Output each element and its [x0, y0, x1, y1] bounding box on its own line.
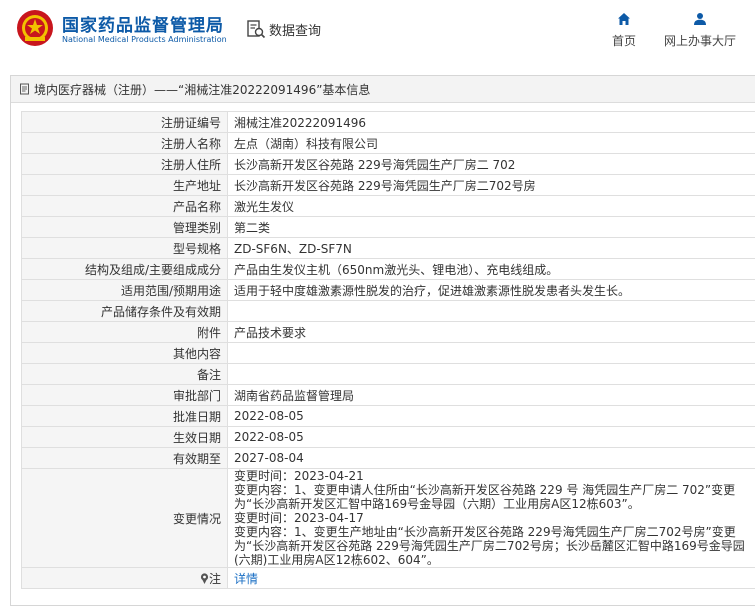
field-value: 左点（湖南）科技有限公司 [227, 132, 755, 154]
field-label: 备注 [21, 363, 228, 385]
nav-online-service-hall[interactable]: 网上办事大厅 [660, 12, 740, 49]
field-value: 长沙高新开发区谷苑路 229号海凭园生产厂房二702号房 [227, 174, 755, 196]
field-value: 适用于轻中度雄激素源性脱发的治疗，促进雄激素源性脱发患者头发生长。 [227, 279, 755, 301]
change-info-value: 变更时间：2023-04-21 变更内容：1、变更申请人住所由“长沙高新开发区谷… [227, 468, 755, 568]
change-line: 为“长沙高新开发区汇智中路169号金导园（六期）工业用房A区12栋603”。 [234, 497, 640, 511]
table-row: 管理类别 第二类 [21, 216, 755, 238]
field-label: 生效日期 [21, 426, 228, 448]
table-row: 注册证编号 湘械注准20222091496 [21, 111, 755, 133]
field-label: 注 [21, 567, 228, 589]
data-query-label: 数据查询 [269, 23, 322, 39]
field-label: 注册人名称 [21, 132, 228, 154]
detail-title-bar: 境内医疗器械（注册）——“湘械注准20222091496”基本信息 [11, 76, 755, 103]
field-label: 其他内容 [21, 342, 228, 364]
field-label: 注册证编号 [21, 111, 228, 133]
table-row: 生产地址 长沙高新开发区谷苑路 229号海凭园生产厂房二702号房 [21, 174, 755, 196]
change-line: 变更时间：2023-04-17 [234, 511, 364, 525]
nav-home-label: 首页 [611, 34, 636, 48]
data-query-link[interactable]: 数据查询 [246, 17, 321, 41]
table-row: 审批部门 湖南省药品监督管理局 [21, 384, 755, 406]
field-value: ZD-SF6N、ZD-SF7N [227, 237, 755, 259]
field-label: 批准日期 [21, 405, 228, 427]
table-row: 注 详情 [21, 567, 755, 589]
field-label: 产品名称 [21, 195, 228, 217]
pin-icon [200, 572, 209, 584]
user-icon [694, 13, 706, 25]
brand-title[interactable]: 国家药品监督管理局 [62, 11, 224, 36]
field-value [227, 342, 755, 364]
note-label: 注 [208, 571, 221, 586]
detail-panel: 境内医疗器械（注册）——“湘械注准20222091496”基本信息 注册证编号湘… [10, 75, 755, 606]
table-row: 备注 [21, 363, 755, 385]
field-label: 有效期至 [21, 447, 228, 469]
field-label: 变更情况 [21, 468, 228, 568]
field-value: 湖南省药品监督管理局 [227, 384, 755, 406]
field-value: 激光生发仪 [227, 195, 755, 217]
table-row: 适用范围/预期用途 适用于轻中度雄激素源性脱发的治疗，促进雄激素源性脱发患者头发生… [21, 279, 755, 301]
field-value: 2027-08-04 [227, 447, 755, 469]
field-value: 第二类 [227, 216, 755, 238]
nav-home[interactable]: 首页 [609, 12, 639, 49]
field-value [227, 363, 755, 385]
change-line: 变更内容：1、变更生产地址由“长沙高新开发区谷苑路 229号海凭园生产厂房二70… [234, 525, 736, 539]
field-label: 适用范围/预期用途 [21, 279, 228, 301]
field-label: 注册人住所 [21, 153, 228, 175]
document-icon [20, 83, 29, 95]
field-value: 2022-08-05 [227, 426, 755, 448]
table-row: 产品名称 激光生发仪 [21, 195, 755, 217]
table-row: 附件 产品技术要求 [21, 321, 755, 343]
detail-table-body: 注册证编号 湘械注准20222091496 注册人名称 左点（湖南）科技有限公司 注册人… [21, 111, 755, 469]
document-search-icon [247, 20, 266, 39]
field-label: 结构及组成/主要组成成分 [21, 258, 228, 280]
change-line: 为“长沙高新开发区谷苑路 229号海凭园生产厂房二702号房；长沙岳麓区汇智中路… [234, 539, 745, 553]
field-label: 审批部门 [21, 384, 228, 406]
site-header: 国家药品监督管理局 National Medical Products Admi… [0, 0, 755, 64]
table-row: 注册人住所 长沙高新开发区谷苑路 229号海凭园生产厂房二 702 [21, 153, 755, 175]
field-value: 长沙高新开发区谷苑路 229号海凭园生产厂房二 702 [227, 153, 755, 175]
detail-table-footer: 变更情况 变更时间：2023-04-21 变更内容：1、变更申请人住所由“长沙高… [21, 468, 755, 589]
home-icon [618, 13, 630, 25]
brand-subtitle[interactable]: National Medical Products Administration [62, 35, 227, 44]
details-link[interactable]: 详情 [234, 572, 258, 586]
change-line: 变更内容：1、变更申请人住所由“长沙高新开发区谷苑路 229 号 海凭园生产厂房… [234, 483, 736, 497]
table-row: 结构及组成/主要组成成分 产品由生发仪主机（650nm激光头、锂电池）、充电线组成… [21, 258, 755, 280]
table-row: 注册人名称 左点（湖南）科技有限公司 [21, 132, 755, 154]
field-value: 详情 [227, 567, 755, 589]
table-row: 批准日期 2022-08-05 [21, 405, 755, 427]
field-label: 管理类别 [21, 216, 228, 238]
table-row: 变更情况 变更时间：2023-04-21 变更内容：1、变更申请人住所由“长沙高… [21, 468, 755, 568]
change-line: 变更时间：2023-04-21 [234, 469, 364, 483]
field-value: 2022-08-05 [227, 405, 755, 427]
table-row: 型号规格 ZD-SF6N、ZD-SF7N [21, 237, 755, 259]
table-row: 生效日期 2022-08-05 [21, 426, 755, 448]
field-label: 附件 [21, 321, 228, 343]
field-label: 型号规格 [21, 237, 228, 259]
table-row: 产品储存条件及有效期 [21, 300, 755, 322]
national-emblem-logo[interactable] [16, 9, 54, 47]
detail-table: 注册证编号 湘械注准20222091496 注册人名称 左点（湖南）科技有限公司 注册人… [21, 111, 755, 589]
field-value: 湘械注准20222091496 [227, 111, 755, 133]
table-row: 有效期至 2027-08-04 [21, 447, 755, 469]
field-label: 产品储存条件及有效期 [21, 300, 228, 322]
field-value: 产品由生发仪主机（650nm激光头、锂电池）、充电线组成。 [227, 258, 755, 280]
table-row: 其他内容 [21, 342, 755, 364]
change-line: (六期)工业用房A区12栋602、604”。 [234, 553, 439, 567]
nav-hall-label: 网上办事大厅 [663, 34, 736, 48]
field-label: 生产地址 [21, 174, 228, 196]
page-title: 境内医疗器械（注册）——“湘械注准20222091496”基本信息 [34, 82, 371, 97]
field-value: 产品技术要求 [227, 321, 755, 343]
field-value [227, 300, 755, 322]
